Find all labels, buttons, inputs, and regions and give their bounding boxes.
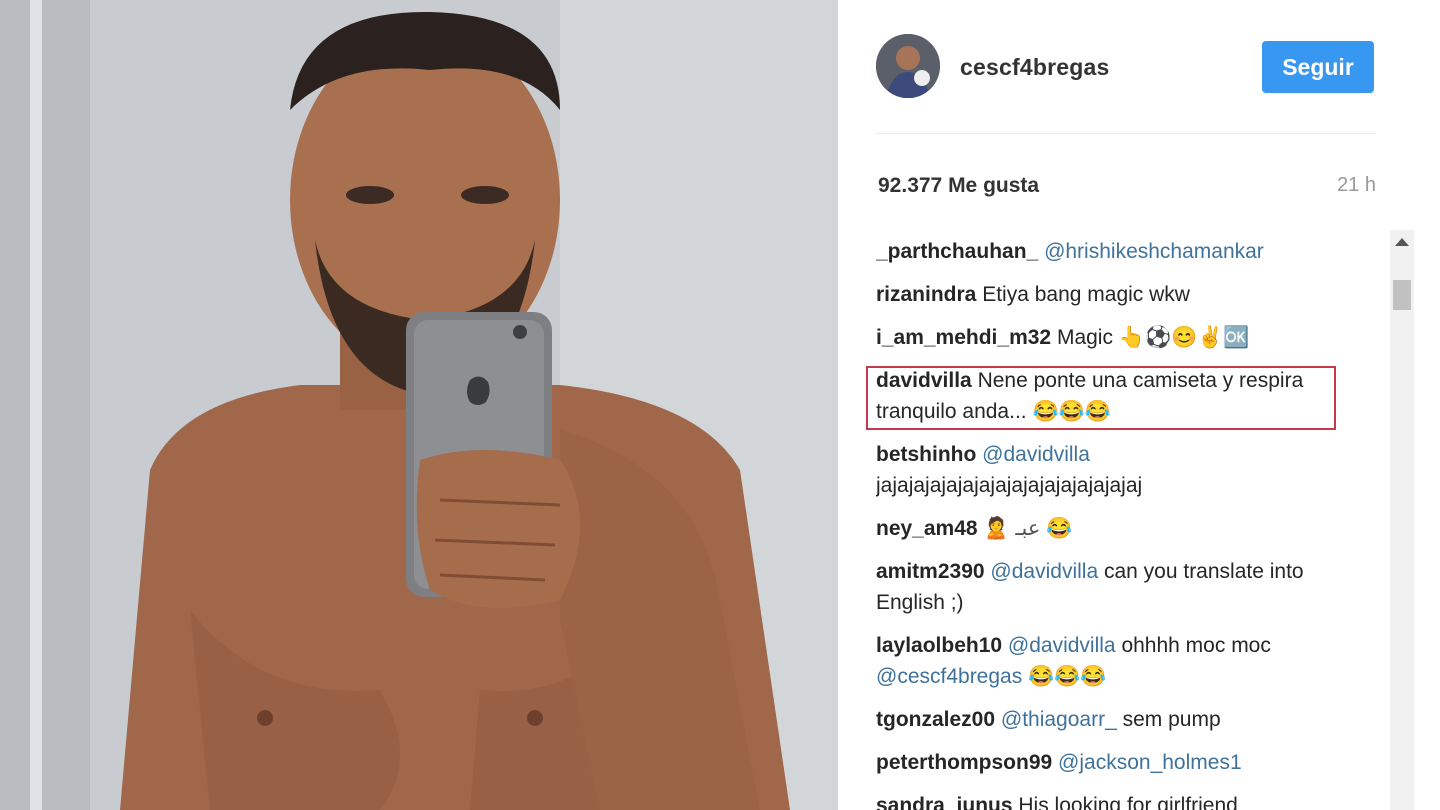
comment-username[interactable]: rizanindra <box>876 283 976 306</box>
comment-mention[interactable]: @cescf4bregas <box>876 665 1022 688</box>
post-timestamp: 21 h <box>1337 174 1376 196</box>
comment-username[interactable]: sandra_junus <box>876 794 1013 810</box>
comment-item-highlighted: davidvilla Nene ponte una camiseta y res… <box>876 365 1346 427</box>
comment-text: 😂😂😂 <box>1028 665 1107 688</box>
comment-item: rizanindra Etiya bang magic wkw <box>876 279 1346 310</box>
comment-item: laylaolbeh10 @davidvilla ohhhh moc moc @… <box>876 630 1346 692</box>
comment-item: ney_am48 🙎 عبـ 😂 <box>876 513 1346 544</box>
comment-mention[interactable]: @jackson_holmes1 <box>1058 751 1242 774</box>
comment-item: amitm2390 @davidvilla can you translate … <box>876 556 1346 618</box>
comment-text: jajajajajajajajajajajajajajajajaj <box>876 474 1143 497</box>
comment-text: Magic 👆⚽😊✌🆗 <box>1056 326 1250 349</box>
avatar[interactable] <box>876 34 940 98</box>
comment-username[interactable]: betshinho <box>876 443 976 466</box>
comment-text: sem pump <box>1122 708 1221 731</box>
comment-item: sandra_junus His looking for girlfriend <box>876 790 1346 810</box>
post-side-panel: cescf4bregas Seguir 92.377 Me gusta 21 h… <box>838 0 1440 810</box>
comment-item: _parthchauhan_ @hrishikeshchamankar <box>876 236 1346 267</box>
comment-mention[interactable]: @hrishikeshchamankar <box>1044 240 1264 263</box>
scrollbar-thumb[interactable] <box>1393 280 1411 310</box>
comment-item: tgonzalez00 @thiagoarr_ sem pump <box>876 704 1346 735</box>
follow-button[interactable]: Seguir <box>1262 41 1374 93</box>
comment-username[interactable]: i_am_mehdi_m32 <box>876 326 1051 349</box>
comment-mention[interactable]: @thiagoarr_ <box>1001 708 1117 731</box>
comment-username[interactable]: peterthompson99 <box>876 751 1052 774</box>
comment-text: 🙎 عبـ 😂 <box>983 517 1073 540</box>
comment-text: ohhhh moc moc <box>1121 634 1271 657</box>
comment-username[interactable]: _parthchauhan_ <box>876 240 1038 263</box>
post-photo <box>0 0 838 810</box>
post-header: cescf4bregas Seguir <box>876 30 1376 102</box>
comment-username[interactable]: davidvilla <box>876 369 972 392</box>
comment-username[interactable]: laylaolbeh10 <box>876 634 1002 657</box>
comment-item: peterthompson99 @jackson_holmes1 <box>876 747 1346 778</box>
header-divider <box>876 133 1376 134</box>
comments-scrollbar[interactable] <box>1390 230 1414 810</box>
comment-username[interactable]: tgonzalez00 <box>876 708 995 731</box>
comments-list: _parthchauhan_ @hrishikeshchamankar riza… <box>876 236 1386 810</box>
comment-text: Etiya bang magic wkw <box>982 283 1190 306</box>
comment-mention[interactable]: @davidvilla <box>982 443 1090 466</box>
comment-item: i_am_mehdi_m32 Magic 👆⚽😊✌🆗 <box>876 322 1346 353</box>
likes-count[interactable]: 92.377 Me gusta <box>878 174 1039 198</box>
comment-text: His looking for girlfriend <box>1018 794 1238 810</box>
comment-mention[interactable]: @davidvilla <box>990 560 1098 583</box>
comment-username[interactable]: ney_am48 <box>876 517 978 540</box>
arrow-up-icon[interactable] <box>1395 238 1409 246</box>
comment-username[interactable]: amitm2390 <box>876 560 985 583</box>
comment-item: betshinho @davidvilla jajajajajajajajaja… <box>876 439 1346 501</box>
post-username[interactable]: cescf4bregas <box>960 54 1109 81</box>
comment-mention[interactable]: @davidvilla <box>1008 634 1116 657</box>
